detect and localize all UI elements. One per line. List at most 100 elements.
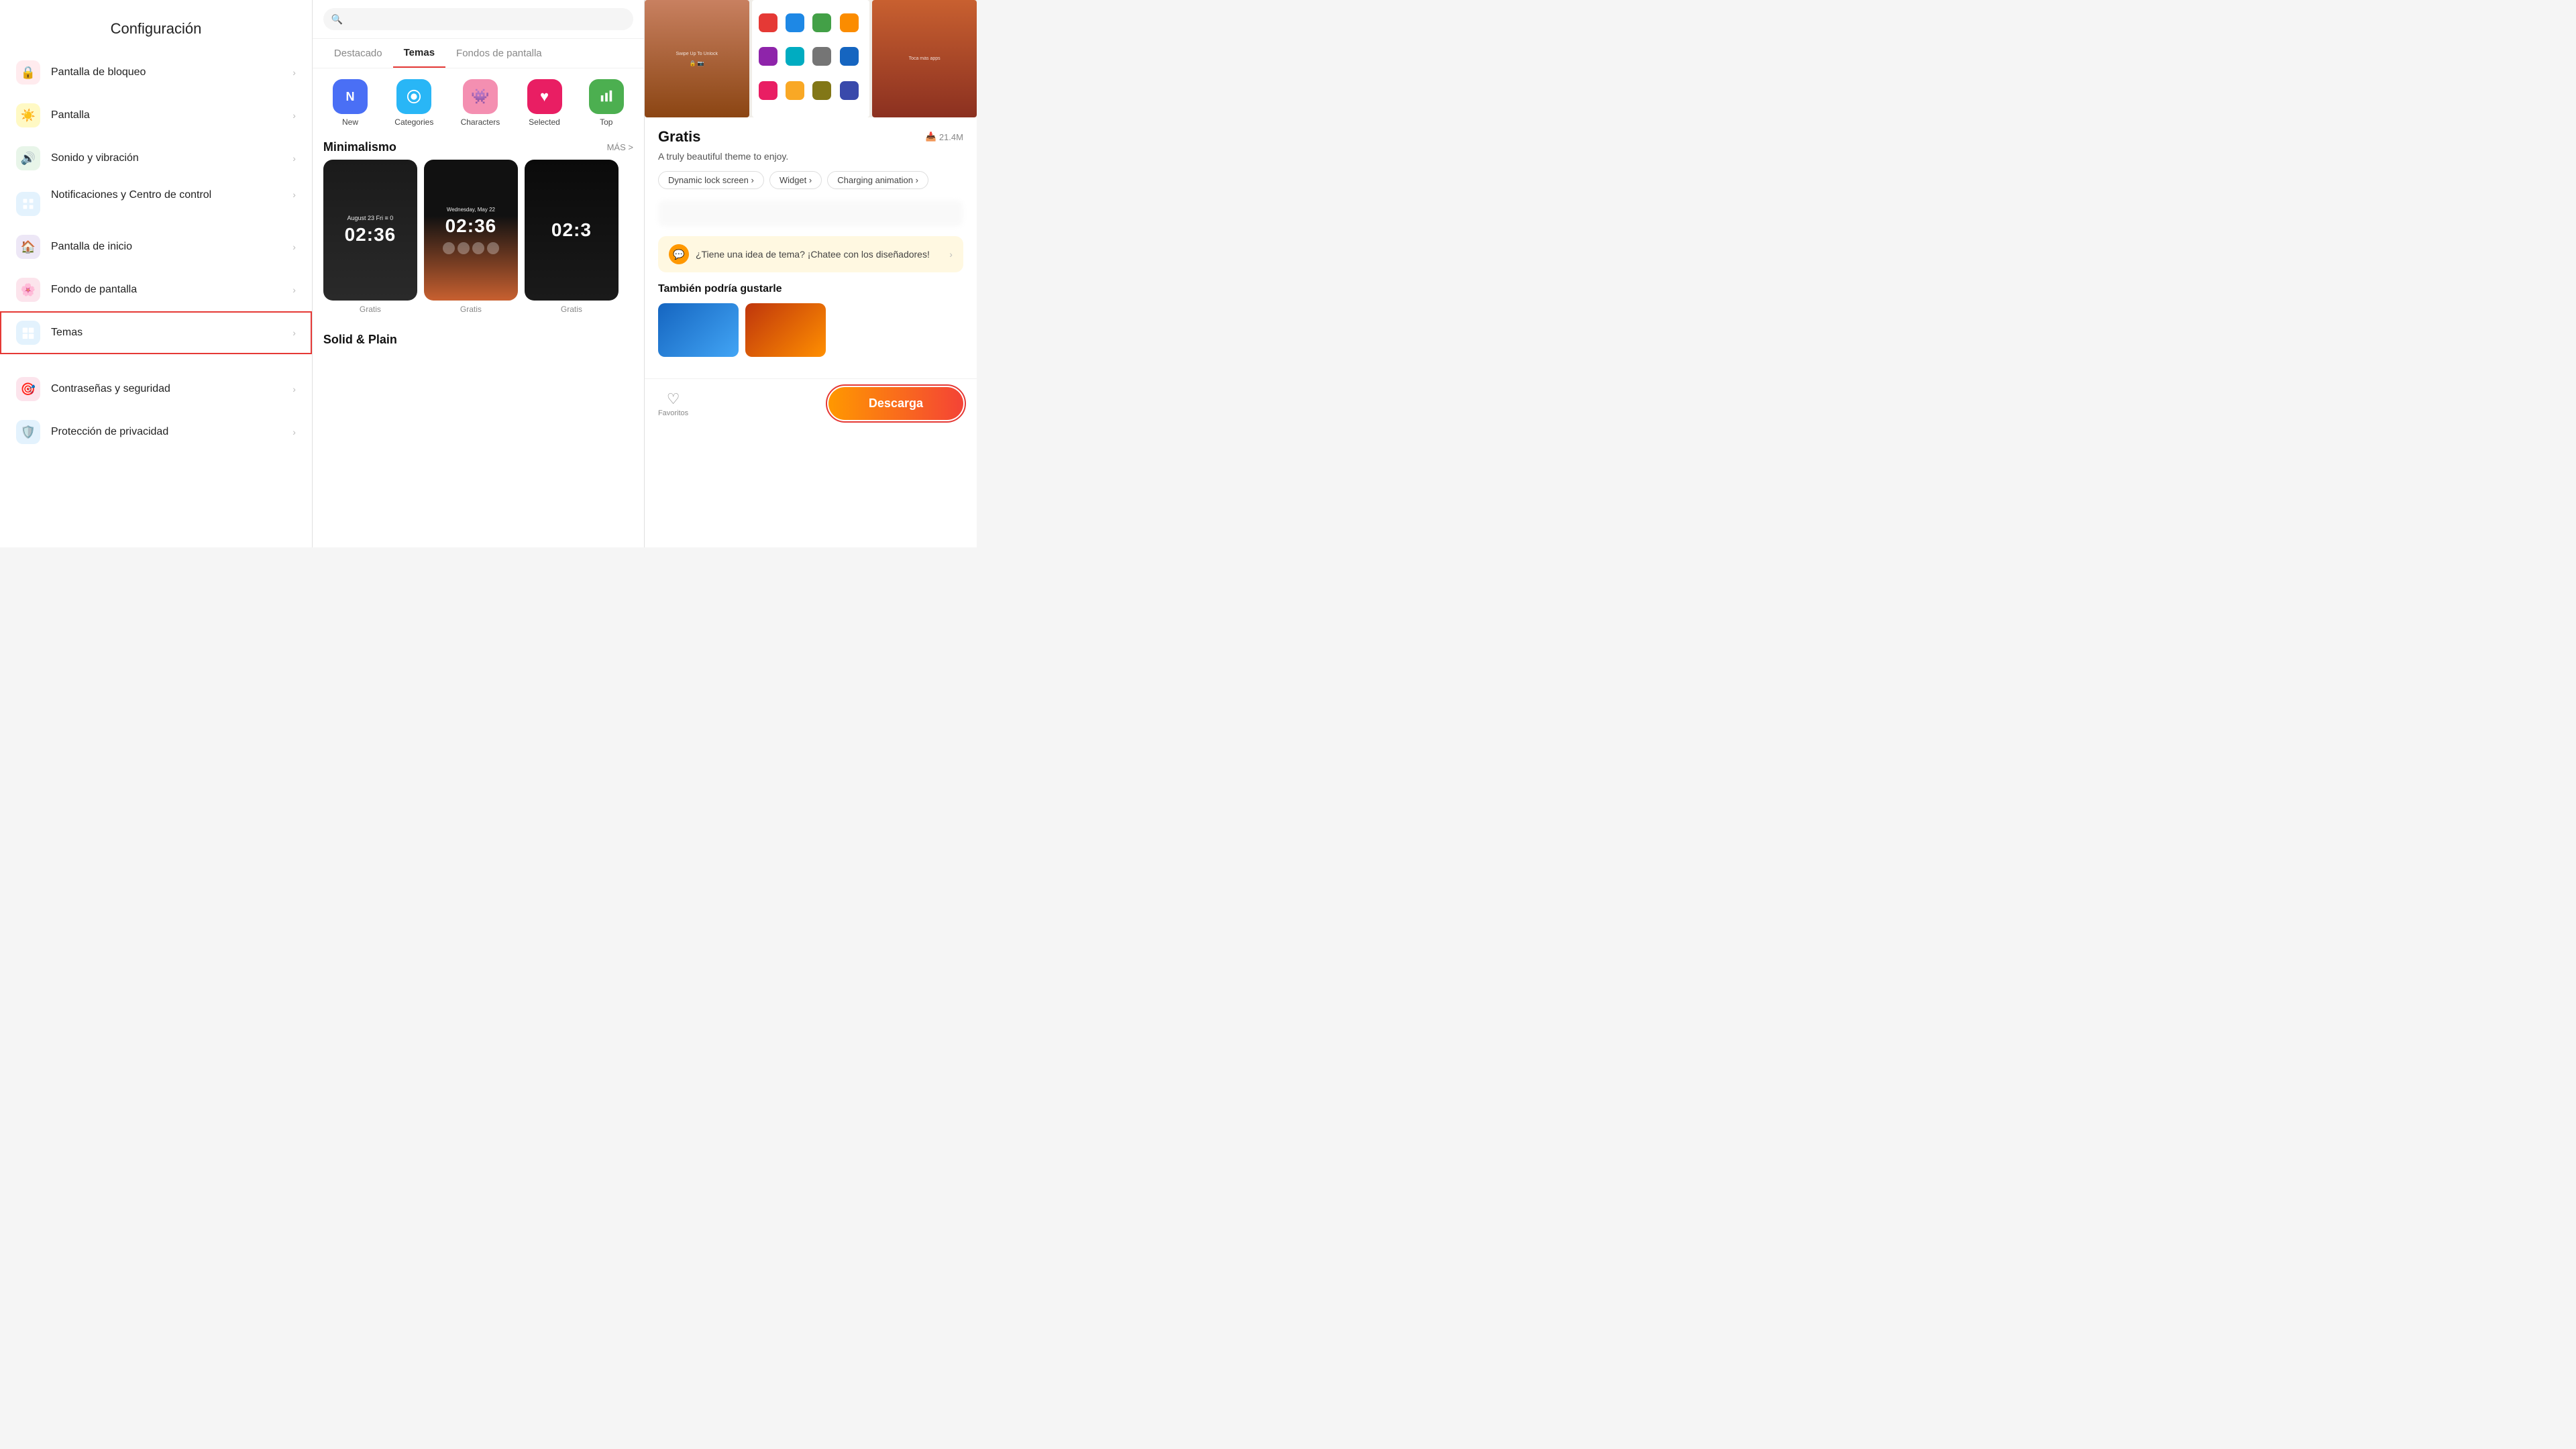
settings-item-wallpaper[interactable]: 🌸 Fondo de pantalla › — [0, 268, 312, 311]
settings-item-sound[interactable]: 🔊 Sonido y vibración › — [0, 137, 312, 180]
chevron-icon: › — [292, 189, 296, 200]
lock-icon: 🔒 — [16, 60, 40, 85]
settings-item-privacy[interactable]: 🛡️ Protección de privacidad › — [0, 411, 312, 453]
home-icon: 🏠 — [16, 235, 40, 259]
chat-text: ¿Tiene una idea de tema? ¡Chatee con los… — [696, 249, 943, 260]
chat-icon: 💬 — [669, 244, 689, 264]
chevron-icon: › — [292, 67, 296, 78]
category-selected-icon: ♥ — [527, 79, 562, 114]
settings-label-notifications: Notificaciones y Centro de control — [51, 189, 292, 201]
also-card-2[interactable] — [745, 303, 826, 357]
themes-search-input[interactable] — [323, 8, 633, 30]
chevron-icon: › — [292, 284, 296, 295]
lock-screen-widgets — [443, 242, 499, 254]
tab-destacado[interactable]: Destacado — [323, 39, 393, 68]
category-selected-label: Selected — [529, 117, 560, 127]
chevron-icon: › — [292, 241, 296, 252]
section-more-minimalismo[interactable]: MÁS > — [607, 142, 633, 152]
chevron-icon: › — [292, 327, 296, 338]
clock-display-1: August 23 Fri ≡ 0 02:36 — [345, 215, 396, 246]
favorite-label: Favoritos — [658, 409, 688, 417]
themes-panel: 🔍 Destacado Temas Fondos de pantalla N N… — [313, 0, 645, 547]
tag-widget[interactable]: Widget › — [769, 171, 822, 189]
detail-description: A truly beautiful theme to enjoy. — [658, 151, 963, 162]
chat-chevron-icon: › — [949, 249, 953, 260]
clock-date-2: Wednesday, May 22 — [443, 207, 499, 213]
heart-icon: ♡ — [667, 390, 680, 408]
category-categories[interactable]: Categories — [394, 79, 433, 127]
category-new[interactable]: N New — [333, 79, 368, 127]
settings-item-themes[interactable]: Temas › — [0, 311, 312, 354]
category-characters[interactable]: 👾 Characters — [461, 79, 500, 127]
privacy-icon: 🛡️ — [16, 420, 40, 444]
preview-thumb-3: Toca más apps — [872, 0, 977, 117]
themes-search-bar-container: 🔍 — [313, 0, 644, 39]
settings-item-home[interactable]: 🏠 Pantalla de inicio › — [0, 225, 312, 268]
section-header-minimalismo: Minimalismo MÁS > — [313, 132, 644, 160]
download-button[interactable]: Descarga — [828, 387, 963, 420]
category-top-icon — [589, 79, 624, 114]
themes-icon — [16, 321, 40, 345]
category-selected[interactable]: ♥ Selected — [527, 79, 562, 127]
settings-label-sound: Sonido y vibración — [51, 152, 292, 164]
settings-label-privacy: Protección de privacidad — [51, 426, 292, 438]
theme-card-label-1: Gratis — [323, 305, 417, 314]
settings-label-passwords: Contraseñas y seguridad — [51, 383, 292, 395]
detail-size: 📥 21.4M — [926, 131, 963, 142]
category-top-label: Top — [600, 117, 612, 127]
chevron-icon: › — [292, 110, 296, 121]
theme-card-label-2: Gratis — [424, 305, 518, 314]
display-icon: ☀️ — [16, 103, 40, 127]
settings-label-wallpaper: Fondo de pantalla — [51, 284, 292, 296]
also-like-title: También podría gustarle — [658, 283, 963, 295]
category-new-icon: N — [333, 79, 368, 114]
category-new-label: New — [342, 117, 358, 127]
theme-cards-minimalismo: August 23 Fri ≡ 0 02:36 Gratis Wednesday… — [313, 160, 644, 325]
search-icon: 🔍 — [331, 13, 343, 25]
settings-item-lock-screen[interactable]: 🔒 Pantalla de bloqueo › — [0, 51, 312, 94]
clock-date-1: August 23 Fri ≡ 0 — [345, 215, 396, 221]
category-cat-icon — [396, 79, 431, 114]
chevron-icon: › — [292, 153, 296, 164]
settings-item-display[interactable]: ☀️ Pantalla › — [0, 94, 312, 137]
clock-time-2: 02:36 — [443, 215, 499, 237]
clock-display-3: 02:3 — [551, 219, 592, 241]
themes-tabs: Destacado Temas Fondos de pantalla — [313, 39, 644, 68]
settings-item-notifications[interactable]: Notificaciones y Centro de control › — [0, 180, 312, 225]
sound-icon: 🔊 — [16, 146, 40, 170]
detail-tags: Dynamic lock screen › Widget › Charging … — [658, 171, 963, 189]
category-characters-label: Characters — [461, 117, 500, 127]
download-size-icon: 📥 — [926, 131, 936, 142]
category-categories-label: Categories — [394, 117, 433, 127]
category-top[interactable]: Top — [589, 79, 624, 127]
tag-charging[interactable]: Charging animation › — [827, 171, 928, 189]
themes-categories: N New Categories 👾 Characters ♥ Selected… — [313, 68, 644, 132]
also-like-cards — [658, 303, 963, 357]
clock-time-3: 02:3 — [551, 219, 592, 241]
tab-temas[interactable]: Temas — [393, 39, 445, 68]
settings-label-themes: Temas — [51, 327, 292, 339]
tab-fondos[interactable]: Fondos de pantalla — [445, 39, 553, 68]
detail-actions: ♡ Favoritos Descarga — [645, 378, 977, 428]
settings-label-lock: Pantalla de bloqueo — [51, 66, 292, 78]
also-card-1[interactable] — [658, 303, 739, 357]
favorite-button[interactable]: ♡ Favoritos — [658, 390, 688, 417]
settings-panel: Configuración 🔒 Pantalla de bloqueo › ☀️… — [0, 0, 313, 547]
chat-banner[interactable]: 💬 ¿Tiene una idea de tema? ¡Chatee con l… — [658, 236, 963, 272]
section-title-minimalismo: Minimalismo — [323, 140, 396, 154]
chevron-icon: › — [292, 384, 296, 394]
settings-title: Configuración — [0, 13, 312, 51]
tag-dynamic-lock[interactable]: Dynamic lock screen › — [658, 171, 764, 189]
theme-card-label-3: Gratis — [525, 305, 619, 314]
theme-card-img-2: Wednesday, May 22 02:36 — [424, 160, 518, 301]
theme-card-3[interactable]: 02:3 Gratis — [525, 160, 619, 314]
theme-card-1[interactable]: August 23 Fri ≡ 0 02:36 Gratis — [323, 160, 417, 314]
theme-card-img-1: August 23 Fri ≡ 0 02:36 — [323, 160, 417, 301]
settings-item-passwords[interactable]: 🎯 Contraseñas y seguridad › — [0, 368, 312, 411]
theme-card-2[interactable]: Wednesday, May 22 02:36 Gratis — [424, 160, 518, 314]
clock-time-1: 02:36 — [345, 224, 396, 246]
password-icon: 🎯 — [16, 377, 40, 401]
blurred-content — [658, 200, 963, 227]
detail-content: Gratis 📥 21.4M A truly beautiful theme t… — [645, 117, 977, 378]
notifications-icon — [16, 192, 40, 216]
